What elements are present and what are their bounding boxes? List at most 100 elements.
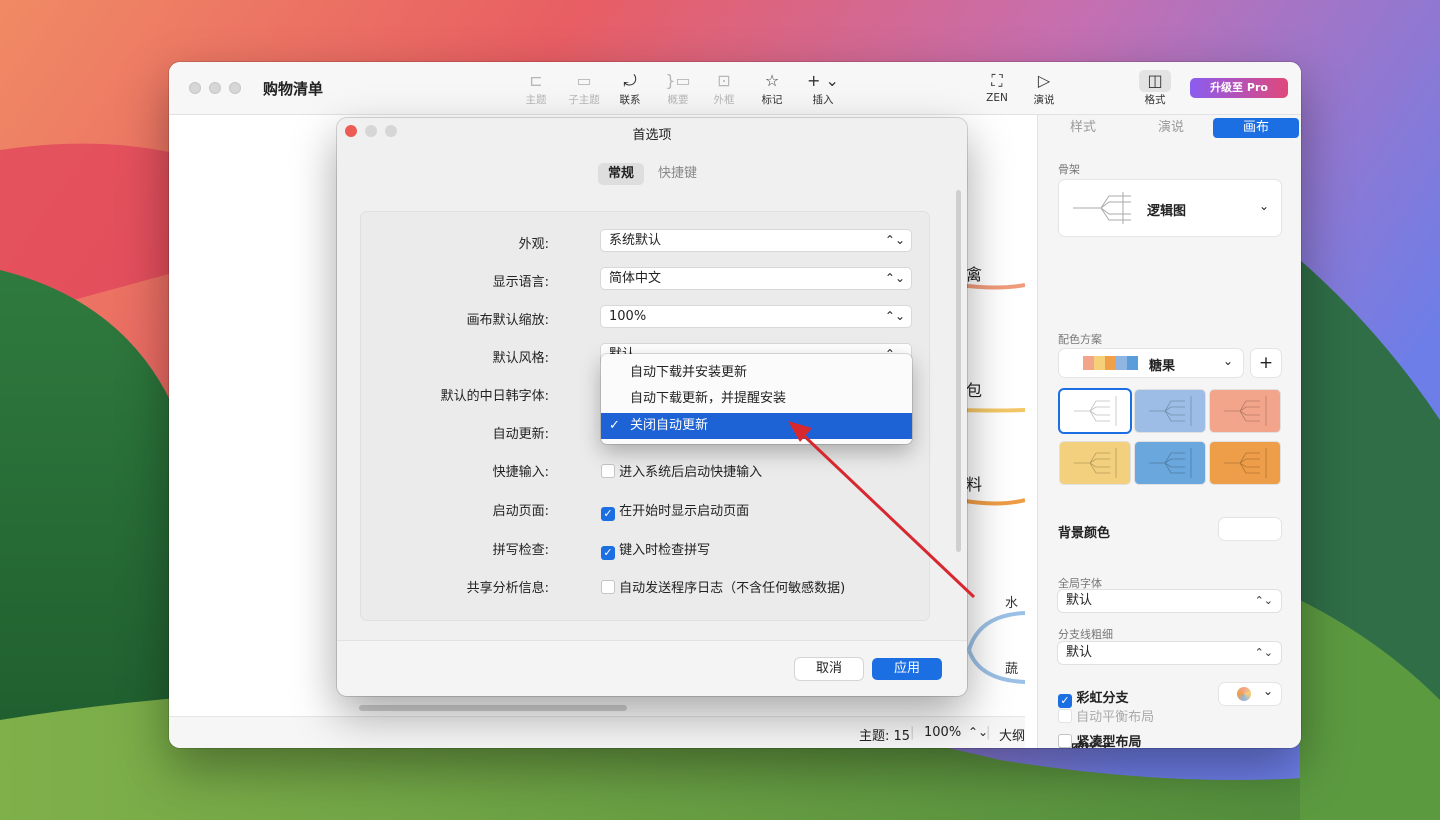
tab-pitch[interactable]: 演说	[1126, 118, 1216, 138]
mindmap-node[interactable]: 包	[966, 377, 982, 401]
analytics-option[interactable]: 自动发送程序日志（不含任何敏感数据)	[601, 577, 845, 596]
dialog-scrollbar[interactable]	[956, 190, 961, 552]
tab-canvas[interactable]: 画布	[1213, 118, 1299, 138]
language-value: 简体中文	[609, 271, 662, 286]
divider: |	[910, 725, 915, 740]
spell-check-option[interactable]: ✓ 键入时检查拼写	[601, 539, 710, 560]
toolbar-insert-button[interactable]: + ⌄ 插入	[797, 70, 849, 107]
updown-icon: ⌃⌄	[884, 271, 905, 285]
branch-width-value: 默认	[1066, 645, 1093, 660]
color-scheme-swatches	[1083, 356, 1138, 370]
mindmap-node[interactable]: 蔬	[1005, 658, 1018, 677]
auto-balance-label: 自动平衡布局	[1076, 710, 1155, 725]
add-color-scheme-button[interactable]: +	[1251, 349, 1281, 377]
toolbar-label: ZEN	[986, 92, 1008, 104]
toolbar-label: 标记	[761, 94, 783, 106]
branch-width-select[interactable]: 默认 ⌃⌄	[1058, 642, 1281, 664]
appearance-value: 系统默认	[609, 233, 662, 248]
auto-update-menu: 自动下载并安装更新 自动下载更新，并提醒安装 ✓ 关闭自动更新	[601, 354, 912, 444]
tab-shortcuts[interactable]: 快捷键	[648, 163, 707, 185]
rainbow-branch-toggle[interactable]: ✓ 彩虹分支	[1058, 687, 1129, 708]
default-style-label: 默认风格:	[492, 351, 549, 366]
outline-button[interactable]: 大纲	[999, 725, 1025, 744]
language-select[interactable]: 简体中文 ⌃⌄	[601, 268, 911, 289]
theme-thumbnail[interactable]	[1210, 442, 1280, 484]
rainbow-color-picker[interactable]: ⌄	[1219, 683, 1281, 705]
toolbar-summary-button[interactable]: }▭ 概要	[652, 70, 704, 107]
toolbar-topic-button[interactable]: ⊏ 主题	[510, 70, 562, 107]
color-swatch	[1116, 356, 1127, 370]
theme-thumbnail[interactable]	[1135, 390, 1205, 432]
startup-page-text: 在开始时显示启动页面	[619, 504, 750, 519]
toolbar-relationship-button[interactable]: ⤾ 联系	[604, 70, 656, 107]
bg-color-picker[interactable]	[1219, 518, 1281, 540]
toolbar-label: 插入	[812, 94, 834, 106]
horizontal-scrollbar[interactable]	[359, 705, 627, 711]
upgrade-pro-button[interactable]: 升级至 Pro	[1190, 78, 1288, 98]
menu-item-disable-auto-update[interactable]: ✓ 关闭自动更新	[601, 413, 912, 439]
mindmap-node[interactable]: 水	[1005, 592, 1018, 611]
compact-layout-option[interactable]: 紧凑型布局	[1058, 731, 1142, 750]
appearance-label: 外观:	[518, 237, 549, 252]
theme-thumbnail[interactable]	[1135, 442, 1205, 484]
dialog-title: 首选项	[632, 128, 672, 143]
color-swatch	[1094, 356, 1105, 370]
topic-count: 主题: 15	[859, 729, 911, 744]
quick-input-text: 进入系统后启动快捷输入	[619, 465, 763, 480]
mindmap-node[interactable]: 料	[966, 471, 982, 495]
skeleton-selector[interactable]: 逻辑图 ⌄	[1059, 180, 1281, 236]
default-zoom-select[interactable]: 100% ⌃⌄	[601, 306, 911, 327]
apply-button[interactable]: 应用	[872, 658, 942, 680]
toolbar-marker-button[interactable]: ☆ 标记	[746, 70, 798, 107]
toolbar-format-button[interactable]: ◫ 格式	[1129, 70, 1181, 107]
cancel-button[interactable]: 取消	[795, 658, 863, 680]
window-titlebar: 购物清单 ⊏ 主题 ▭ 子主题 ⤾ 联系 }▭ 概要 ⊡ 外框 ☆ 标记 + ⌄…	[169, 62, 1301, 115]
auto-update-label: 自动更新:	[492, 427, 549, 442]
toolbar-pitch-button[interactable]: ▷ 演说	[1018, 70, 1070, 107]
auto-balance-option[interactable]: 自动平衡布局	[1058, 706, 1154, 725]
cjk-font-label: 默认的中日韩字体:	[440, 389, 549, 404]
star-icon: ☆	[764, 71, 780, 90]
checkbox-checked-icon: ✓	[601, 546, 615, 560]
chevron-down-icon: ⌄	[1262, 684, 1273, 698]
toolbar-label: 子主题	[568, 94, 600, 106]
zen-icon: ⛶	[991, 71, 1003, 90]
menu-item-auto-download-notify[interactable]: 自动下载更新，并提醒安装	[601, 386, 912, 412]
tab-style[interactable]: 样式	[1038, 118, 1128, 138]
rainbow-branch-label: 彩虹分支	[1076, 691, 1129, 706]
mindmap-node[interactable]: 禽	[966, 261, 982, 285]
menu-item-auto-install[interactable]: 自动下载并安装更新	[601, 360, 912, 386]
toolbar-label: 外框	[713, 94, 735, 106]
skeleton-label: 骨架	[1058, 163, 1080, 176]
updown-icon: ⌃⌄	[884, 309, 905, 323]
checkbox-checked-icon: ✓	[601, 507, 615, 521]
bg-color-label: 背景颜色	[1058, 526, 1111, 541]
menu-item-label: 自动下载更新，并提醒安装	[630, 391, 787, 406]
quick-input-option[interactable]: 进入系统后启动快捷输入	[601, 461, 762, 480]
global-font-select[interactable]: 默认 ⌃⌄	[1058, 590, 1281, 612]
language-label: 显示语言:	[492, 275, 549, 290]
document-title: 购物清单	[263, 80, 324, 98]
startup-page-option[interactable]: ✓ 在开始时显示启动页面	[601, 500, 749, 521]
toolbar-label: 主题	[525, 94, 547, 106]
color-swatch	[1083, 356, 1094, 370]
spell-check-label: 拼写检查:	[492, 543, 549, 558]
toolbar-boundary-button[interactable]: ⊡ 外框	[698, 70, 750, 107]
minimize-window-button[interactable]	[209, 82, 221, 94]
zoom-window-button[interactable]	[229, 82, 241, 94]
default-zoom-value: 100%	[609, 309, 647, 324]
appearance-select[interactable]: 系统默认 ⌃⌄	[601, 230, 911, 251]
updown-icon: ⌃⌄	[1254, 594, 1273, 607]
theme-thumbnail[interactable]	[1060, 442, 1130, 484]
toolbar-subtopic-button[interactable]: ▭ 子主题	[558, 70, 610, 107]
zoom-level[interactable]: 100%	[924, 725, 961, 740]
checkbox-unchecked-icon	[1058, 709, 1072, 723]
theme-thumbnail[interactable]	[1210, 390, 1280, 432]
theme-thumbnail[interactable]	[1060, 390, 1130, 432]
tab-general[interactable]: 常规	[598, 163, 645, 185]
toolbar-zen-button[interactable]: ⛶ ZEN	[971, 70, 1023, 104]
color-scheme-selector[interactable]: 糖果 ⌄	[1059, 349, 1243, 377]
divider: |	[986, 725, 991, 740]
close-window-button[interactable]	[189, 82, 201, 94]
spell-check-text: 键入时检查拼写	[619, 543, 711, 558]
